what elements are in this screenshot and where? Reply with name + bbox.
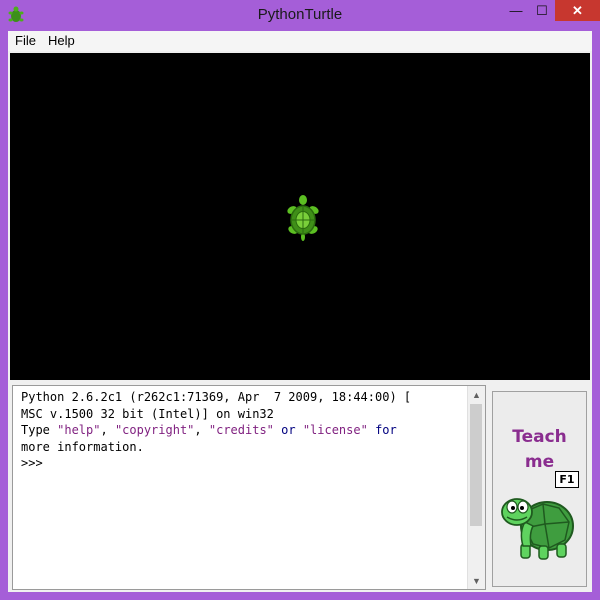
shell-prompt[interactable]: >>> [21,456,43,470]
turtle-canvas[interactable] [10,53,590,380]
teach-turtle-icon [501,498,574,560]
shell-scrollbar[interactable]: ▲ ▼ [467,386,485,589]
app-window: PythonTurtle — ☐ ✕ File Help Python 2.6.… [0,0,600,600]
scroll-thumb[interactable] [470,404,482,526]
title-bar[interactable]: PythonTurtle — ☐ ✕ [0,0,600,31]
shell-line-1: Python 2.6.2c1 (r262c1:71369, Apr 7 2009… [21,390,412,404]
client-area: File Help Python 2.6.2c1 (r262c1:71369, … [8,31,592,592]
shell-license-string: "license" [302,423,368,437]
f1-shortcut-badge: F1 [555,471,579,488]
shell-or-keyword: or [273,423,303,437]
shell-output[interactable]: Python 2.6.2c1 (r262c1:71369, Apr 7 2009… [21,389,461,472]
menu-help[interactable]: Help [48,33,75,48]
shell-line-3-type: Type [21,423,58,437]
scroll-up-icon[interactable]: ▲ [468,386,485,403]
teach-label-line-1: Teach [512,427,567,447]
menu-bar: File Help [8,31,592,51]
close-button[interactable]: ✕ [555,0,600,21]
shell-line-2: MSC v.1500 32 bit (Intel)] on win32 [21,406,274,421]
turtle-icon [287,195,319,241]
maximize-button[interactable]: ☐ [529,0,555,21]
menu-file[interactable]: File [15,33,36,48]
shell-copyright-string: "copyright" [114,423,195,437]
python-shell[interactable]: Python 2.6.2c1 (r262c1:71369, Apr 7 2009… [12,385,486,590]
scroll-down-icon[interactable]: ▼ [468,572,485,589]
shell-line-4: more information. [21,439,144,454]
shell-for-keyword: for [367,423,397,437]
minimize-button[interactable]: — [503,0,529,21]
shell-comma-2: , [194,423,209,437]
shell-credits-string: "credits" [208,423,274,437]
shell-help-string: "help" [57,423,101,437]
shell-comma-1: , [100,423,115,437]
teach-me-button[interactable]: Teach me F1 [492,391,587,587]
teach-label-line-2: me [524,452,555,472]
